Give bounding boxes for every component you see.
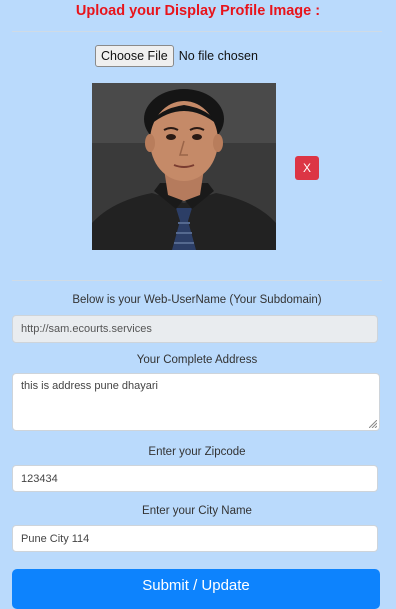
city-field[interactable]: Pune City 114 <box>12 525 378 552</box>
choose-file-button[interactable]: Choose File <box>95 45 174 67</box>
city-label: Enter your City Name <box>142 505 252 517</box>
file-status: No file chosen <box>178 49 258 63</box>
profile-photo <box>92 83 276 250</box>
username-field: http://sam.ecourts.services <box>12 315 378 343</box>
file-input[interactable]: Choose File No file chosen <box>95 45 258 67</box>
address-textarea[interactable]: this is address pune dhayari <box>12 373 380 431</box>
zipcode-field[interactable]: 123434 <box>12 465 378 492</box>
username-label: Below is your Web-UserName (Your Subdoma… <box>72 294 322 306</box>
resize-grip-icon[interactable] <box>369 420 377 428</box>
address-text: this is address pune dhayari <box>21 380 158 392</box>
zipcode-label: Enter your Zipcode <box>148 446 246 458</box>
divider <box>12 280 382 281</box>
divider <box>12 31 382 32</box>
address-label: Your Complete Address <box>136 354 258 366</box>
page-title: Upload your Display Profile Image : <box>75 3 321 19</box>
submit-button[interactable]: Submit / Update <box>12 569 380 609</box>
remove-image-button[interactable]: X <box>295 156 319 180</box>
